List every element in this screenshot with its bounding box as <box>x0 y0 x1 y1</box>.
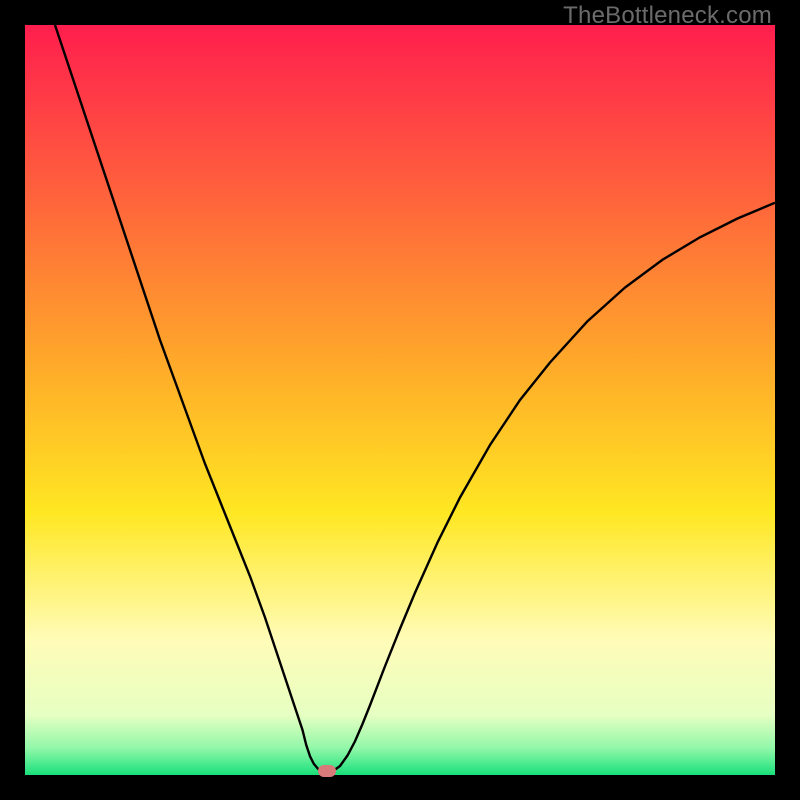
chart-background <box>25 25 775 775</box>
bottleneck-chart <box>25 25 775 775</box>
chart-frame <box>25 25 775 775</box>
watermark-text: TheBottleneck.com <box>563 2 772 30</box>
optimum-marker <box>318 765 336 777</box>
